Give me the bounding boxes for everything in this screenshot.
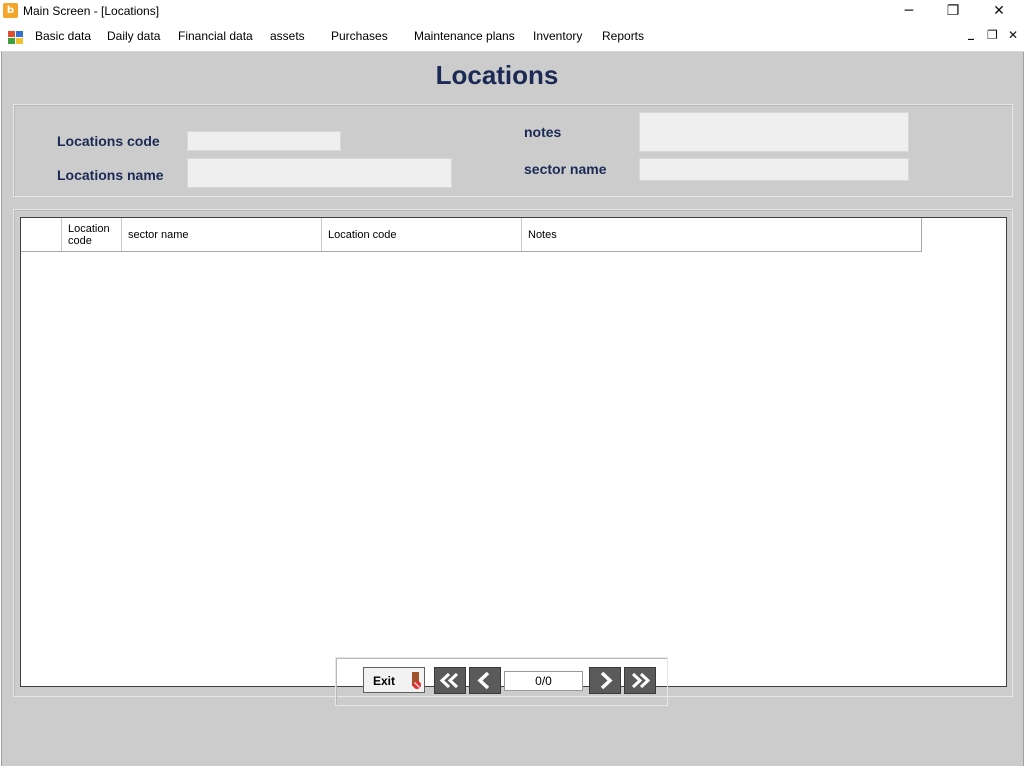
- window-title: Main Screen - [Locations]: [23, 4, 160, 18]
- mdi-minimize-button[interactable]: _: [968, 26, 974, 40]
- menu-maintenance-plans[interactable]: Maintenance plans: [414, 29, 515, 43]
- previous-record-button[interactable]: [469, 667, 501, 694]
- chevron-left-icon: [477, 671, 490, 690]
- record-position-field[interactable]: 0/0: [504, 671, 583, 691]
- exit-door-icon: [412, 672, 421, 689]
- restore-button[interactable]: ❐: [930, 0, 976, 23]
- notes-label: notes: [524, 124, 562, 140]
- locations-name-field[interactable]: [187, 158, 452, 188]
- chevron-right-icon: [600, 671, 613, 690]
- menu-reports[interactable]: Reports: [602, 29, 644, 43]
- menu-bar: Basic data Daily data Financial data ass…: [0, 23, 1024, 52]
- double-chevron-right-icon: [631, 672, 651, 689]
- menu-assets[interactable]: assets: [270, 29, 305, 43]
- column-header-sector-name[interactable]: sector name: [122, 218, 322, 251]
- menu-basic-data[interactable]: Basic data: [35, 29, 91, 43]
- menu-inventory[interactable]: Inventory: [533, 29, 582, 43]
- locations-name-label: Locations name: [57, 167, 164, 183]
- last-record-button[interactable]: [624, 667, 656, 694]
- column-header-notes[interactable]: Notes: [522, 218, 921, 251]
- exit-label: Exit: [373, 674, 396, 688]
- mdi-restore-button[interactable]: ❐: [987, 28, 998, 42]
- column-header-location-code-2[interactable]: Location code: [322, 218, 522, 251]
- menu-purchases[interactable]: Purchases: [331, 29, 388, 43]
- locations-code-field[interactable]: [187, 131, 341, 151]
- navigation-panel: Exit 0/0: [335, 657, 668, 706]
- column-header-location-code[interactable]: Location code: [62, 218, 122, 251]
- next-record-button[interactable]: [589, 667, 621, 694]
- notes-field[interactable]: [639, 112, 909, 152]
- double-chevron-left-icon: [439, 672, 459, 689]
- page-title: Locations: [435, 60, 559, 90]
- app-icon: b: [3, 3, 18, 18]
- exit-button[interactable]: Exit: [363, 667, 425, 693]
- locations-code-label: Locations code: [57, 133, 160, 149]
- menu-financial-data[interactable]: Financial data: [178, 29, 253, 43]
- window-menu-icon[interactable]: [8, 30, 23, 44]
- menu-daily-data[interactable]: Daily data: [107, 29, 160, 43]
- row-header-corner[interactable]: [21, 218, 62, 251]
- title-bar: b Main Screen - [Locations] ─ ❐ ✕: [0, 0, 1024, 23]
- mdi-close-button[interactable]: ✕: [1008, 28, 1018, 42]
- input-panel: Locations code Locations name notes sect…: [13, 104, 1013, 197]
- locations-grid[interactable]: Location code sector name Location code …: [20, 217, 1007, 687]
- sector-name-field[interactable]: [639, 158, 909, 181]
- minimize-button[interactable]: ─: [886, 0, 932, 23]
- sector-name-label: sector name: [524, 161, 607, 177]
- grid-header: Location code sector name Location code …: [21, 218, 922, 252]
- close-button[interactable]: ✕: [976, 0, 1022, 23]
- first-record-button[interactable]: [434, 667, 466, 694]
